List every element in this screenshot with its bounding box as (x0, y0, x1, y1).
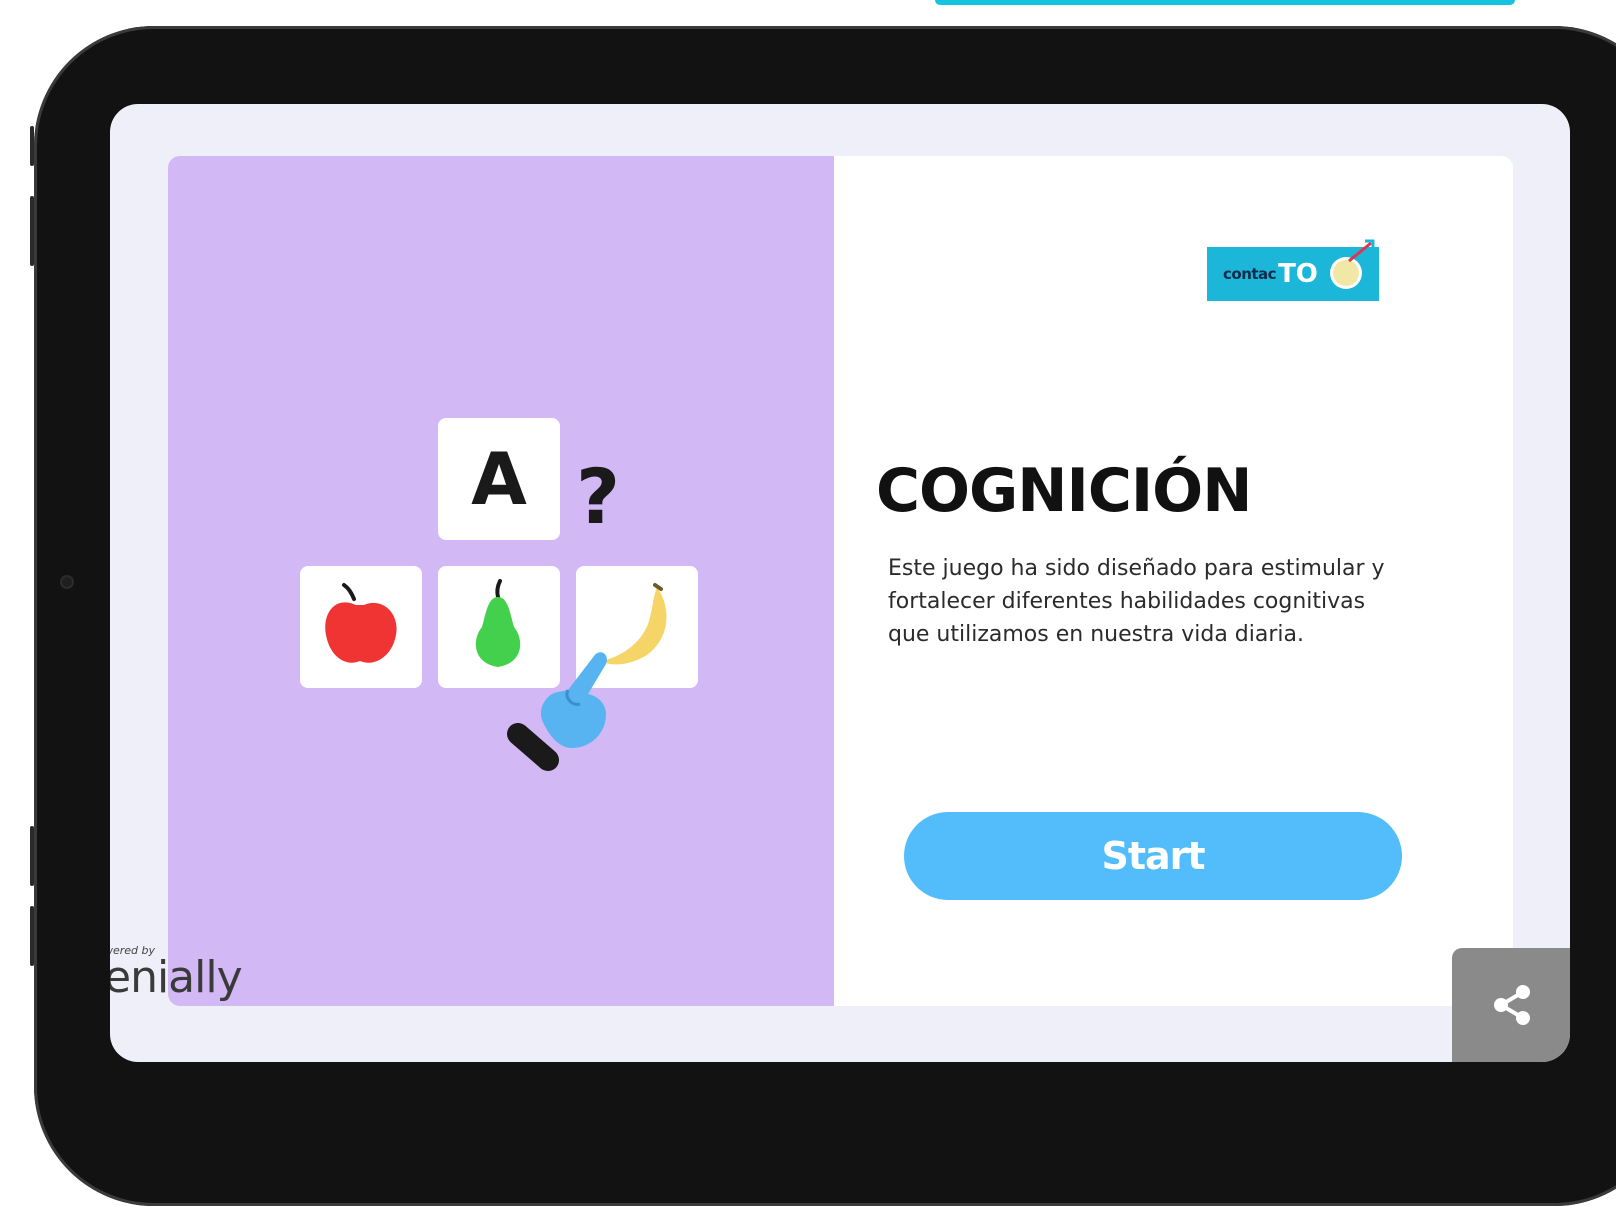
share-button[interactable] (1452, 948, 1570, 1062)
start-button[interactable]: Start (904, 812, 1402, 900)
logo-banner: contac TO (1207, 239, 1379, 301)
question-mark: ? (576, 452, 621, 541)
side-button (30, 906, 34, 966)
logo-accent-icon (1348, 239, 1375, 263)
volume-button (30, 126, 34, 166)
game-title: COGNICIÓN (876, 456, 1252, 526)
top-accent-bar (935, 0, 1515, 5)
logo-suffix: TO (1278, 259, 1318, 289)
logo-ball-icon (1333, 260, 1359, 286)
side-button (30, 826, 34, 886)
share-icon (1494, 985, 1530, 1025)
logo-text: contac (1223, 265, 1277, 283)
illustration-panel: A ? (168, 156, 834, 1006)
pointing-hand-icon (507, 652, 607, 771)
camera-icon (62, 577, 72, 587)
brand-logo: contac TO (1204, 228, 1382, 320)
tablet-screen: A ? contac TO COGNICIÓN Este juego ha si… (110, 104, 1570, 1062)
game-description: Este juego ha sido diseñado para estimul… (888, 556, 1385, 647)
apple-tile (300, 566, 422, 688)
volume-button (30, 196, 34, 266)
presentation-slide: A ? contac TO COGNICIÓN Este juego ha si… (168, 156, 1513, 1006)
letter-tile: A (438, 418, 560, 540)
apple-icon (325, 583, 397, 663)
letter-a: A (471, 437, 527, 521)
genially-brand[interactable]: enially (110, 952, 243, 1003)
